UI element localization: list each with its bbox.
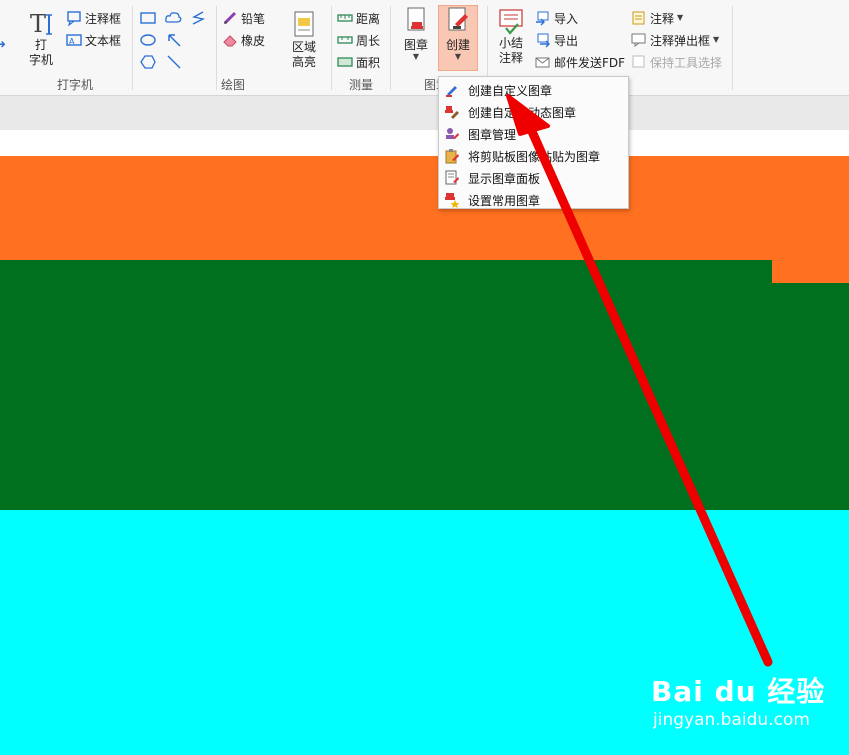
- baidu-jingyan-watermark: Bai du 经验 jingyan.baidu.com: [651, 664, 841, 740]
- watermark-logo: Bai du 经验: [651, 675, 826, 708]
- watermark-url: jingyan.baidu.com: [653, 710, 810, 730]
- red-arrow-annotation: [506, 94, 773, 667]
